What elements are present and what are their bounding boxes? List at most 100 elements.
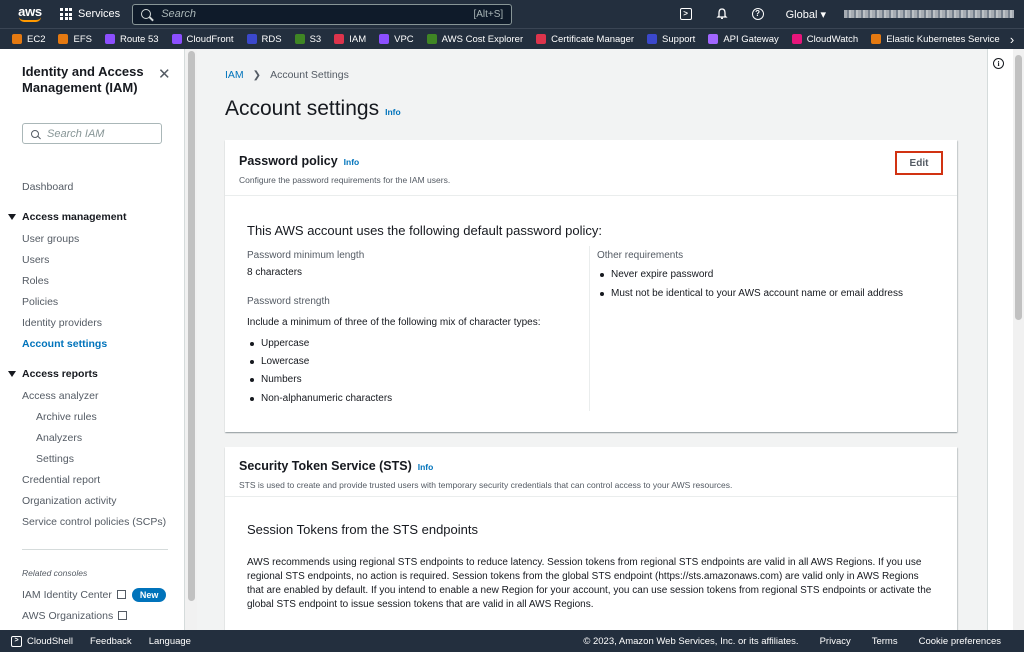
sidebar-scrollbar[interactable] <box>185 49 197 630</box>
favorite-cloudfront[interactable]: CloudFront <box>171 33 234 45</box>
sidebar-item-scps[interactable]: Service control policies (SCPs) <box>22 516 166 528</box>
sidebar-item-analyzer-settings[interactable]: Settings <box>36 453 74 465</box>
notifications-button[interactable] <box>704 0 740 28</box>
aws-logo[interactable]: aws <box>10 0 50 28</box>
aws-smile-icon <box>19 17 41 22</box>
chevron-right-icon[interactable]: › <box>1000 29 1024 49</box>
password-policy-header: Password policy Info Configure the passw… <box>225 140 957 196</box>
service-icon <box>791 34 802 44</box>
region-selector[interactable]: Global ▾ <box>786 8 826 21</box>
external-link-icon <box>118 611 128 620</box>
global-search-input[interactable]: Search [Alt+S] <box>132 3 513 25</box>
scrollbar-thumb[interactable] <box>1015 55 1022 320</box>
favorite-label: EC2 <box>27 33 46 45</box>
sts-description: STS is used to create and provide truste… <box>239 480 733 490</box>
min-length-value: 8 characters <box>247 267 303 278</box>
search-icon <box>31 129 39 138</box>
sts-panel: Security Token Service (STS) Info STS is… <box>225 447 957 630</box>
terms-link[interactable]: Terms <box>872 636 898 647</box>
page-info-link[interactable]: Info <box>385 107 401 117</box>
sidebar-item-archive-rules[interactable]: Archive rules <box>36 411 97 423</box>
favorite-rds[interactable]: RDS <box>246 34 282 45</box>
favorite-api-gateway[interactable]: API Gateway <box>708 34 779 45</box>
feedback-link[interactable]: Feedback <box>90 636 132 647</box>
favorite-aws-cost-explorer[interactable]: AWS Cost Explorer <box>426 33 524 45</box>
close-icon[interactable]: ✕ <box>158 65 171 83</box>
favorite-vpc[interactable]: VPC <box>379 34 414 45</box>
favorite-iam[interactable]: IAM <box>334 34 366 45</box>
sidebar-section-access-reports[interactable]: Access reports <box>8 368 98 380</box>
sidebar-link-organizations[interactable]: AWS Organizations <box>22 610 128 622</box>
sts-info-link[interactable]: Info <box>418 462 434 472</box>
favorite-ec2[interactable]: EC2 <box>12 34 45 45</box>
footer: > CloudShell Feedback Language © 2023, A… <box>0 630 1024 652</box>
breadcrumb-iam[interactable]: IAM <box>225 69 244 81</box>
favorite-route-53[interactable]: Route 53 <box>104 33 159 45</box>
scrollbar-thumb[interactable] <box>188 51 195 601</box>
column-divider <box>589 246 590 411</box>
info-icon[interactable]: i <box>993 58 1004 69</box>
language-link[interactable]: Language <box>149 636 191 647</box>
caret-down-icon <box>8 214 16 220</box>
favorite-label: CloudWatch <box>806 33 859 45</box>
service-icon <box>379 34 390 44</box>
sidebar-item-user-groups[interactable]: User groups <box>22 233 79 245</box>
edit-button[interactable]: Edit <box>895 151 943 175</box>
sidebar-item-organization-activity[interactable]: Organization activity <box>22 495 117 507</box>
favorite-label: IAM <box>349 33 367 45</box>
sts-title: Security Token Service (STS) Info <box>239 459 943 473</box>
sidebar-item-identity-providers[interactable]: Identity providers <box>22 317 102 329</box>
grid-icon <box>60 8 72 20</box>
other-requirements-label: Other requirements <box>597 250 684 261</box>
account-menu-redacted[interactable] <box>844 10 1014 18</box>
favorite-efs[interactable]: EFS <box>58 34 92 45</box>
main-scrollbar[interactable] <box>1013 49 1024 630</box>
sidebar-item-dashboard[interactable]: Dashboard <box>22 181 73 193</box>
sidebar-item-account-settings[interactable]: Account settings <box>22 338 107 350</box>
favorite-label: CloudFront <box>186 33 234 45</box>
password-policy-info-link[interactable]: Info <box>344 157 360 167</box>
identity-center-label: IAM Identity Center <box>22 589 112 601</box>
favorite-s3[interactable]: S3 <box>294 34 321 45</box>
favorite-elastic-kubernetes-service[interactable]: Elastic Kubernetes Service <box>871 34 1000 45</box>
related-consoles-heading: Related consoles <box>22 568 88 578</box>
password-policy-panel: Password policy Info Configure the passw… <box>225 140 957 432</box>
cookie-preferences-link[interactable]: Cookie preferences <box>919 636 1001 647</box>
list-item: Non-alphanumeric characters <box>247 393 392 404</box>
favorite-label: AWS Cost Explorer <box>441 33 524 45</box>
search-shortcut: [Alt+S] <box>473 8 504 20</box>
favorite-label: Route 53 <box>119 33 159 45</box>
sidebar-item-policies[interactable]: Policies <box>22 296 58 308</box>
cloudshell-button[interactable]: > <box>668 0 704 28</box>
password-policy-description: Configure the password requirements for … <box>239 175 451 185</box>
sidebar: Identity and Access Management (IAM) ✕ S… <box>0 49 185 630</box>
favorite-support[interactable]: Support <box>647 34 695 45</box>
sidebar-item-credential-report[interactable]: Credential report <box>22 474 100 486</box>
favorite-certificate-manager[interactable]: Certificate Manager <box>536 34 634 45</box>
service-icon <box>708 34 719 44</box>
help-button[interactable]: ? <box>740 0 776 28</box>
favorite-cloudwatch[interactable]: CloudWatch <box>791 33 859 45</box>
sts-heading: Session Tokens from the STS endpoints <box>247 522 478 537</box>
sidebar-divider <box>22 549 168 550</box>
sidebar-link-identity-center[interactable]: IAM Identity Center New <box>22 588 167 602</box>
sidebar-item-users[interactable]: Users <box>22 254 49 266</box>
sts-paragraph: AWS recommends using regional STS endpoi… <box>247 557 932 610</box>
terminal-icon: > <box>679 8 692 20</box>
sidebar-search-input[interactable]: Search IAM <box>22 123 162 144</box>
cloudshell-footer-button[interactable]: > CloudShell <box>11 635 73 647</box>
nav-right-group: > ? Global ▾ <box>668 0 1014 28</box>
password-policy-title: Password policy Info <box>239 154 943 168</box>
service-icon <box>426 34 437 44</box>
list-item: Numbers <box>247 374 302 385</box>
sidebar-item-roles[interactable]: Roles <box>22 275 49 287</box>
sidebar-title: Identity and Access Management (IAM) <box>22 64 144 95</box>
list-item: Never expire password <box>597 269 713 280</box>
sidebar-item-access-analyzer[interactable]: Access analyzer <box>22 390 98 402</box>
privacy-link[interactable]: Privacy <box>820 636 851 647</box>
services-menu-button[interactable]: Services <box>60 8 120 20</box>
service-icon <box>58 34 69 44</box>
sidebar-section-access-management[interactable]: Access management <box>8 211 126 223</box>
sidebar-item-analyzers[interactable]: Analyzers <box>36 432 82 444</box>
strength-label: Password strength <box>247 296 330 307</box>
